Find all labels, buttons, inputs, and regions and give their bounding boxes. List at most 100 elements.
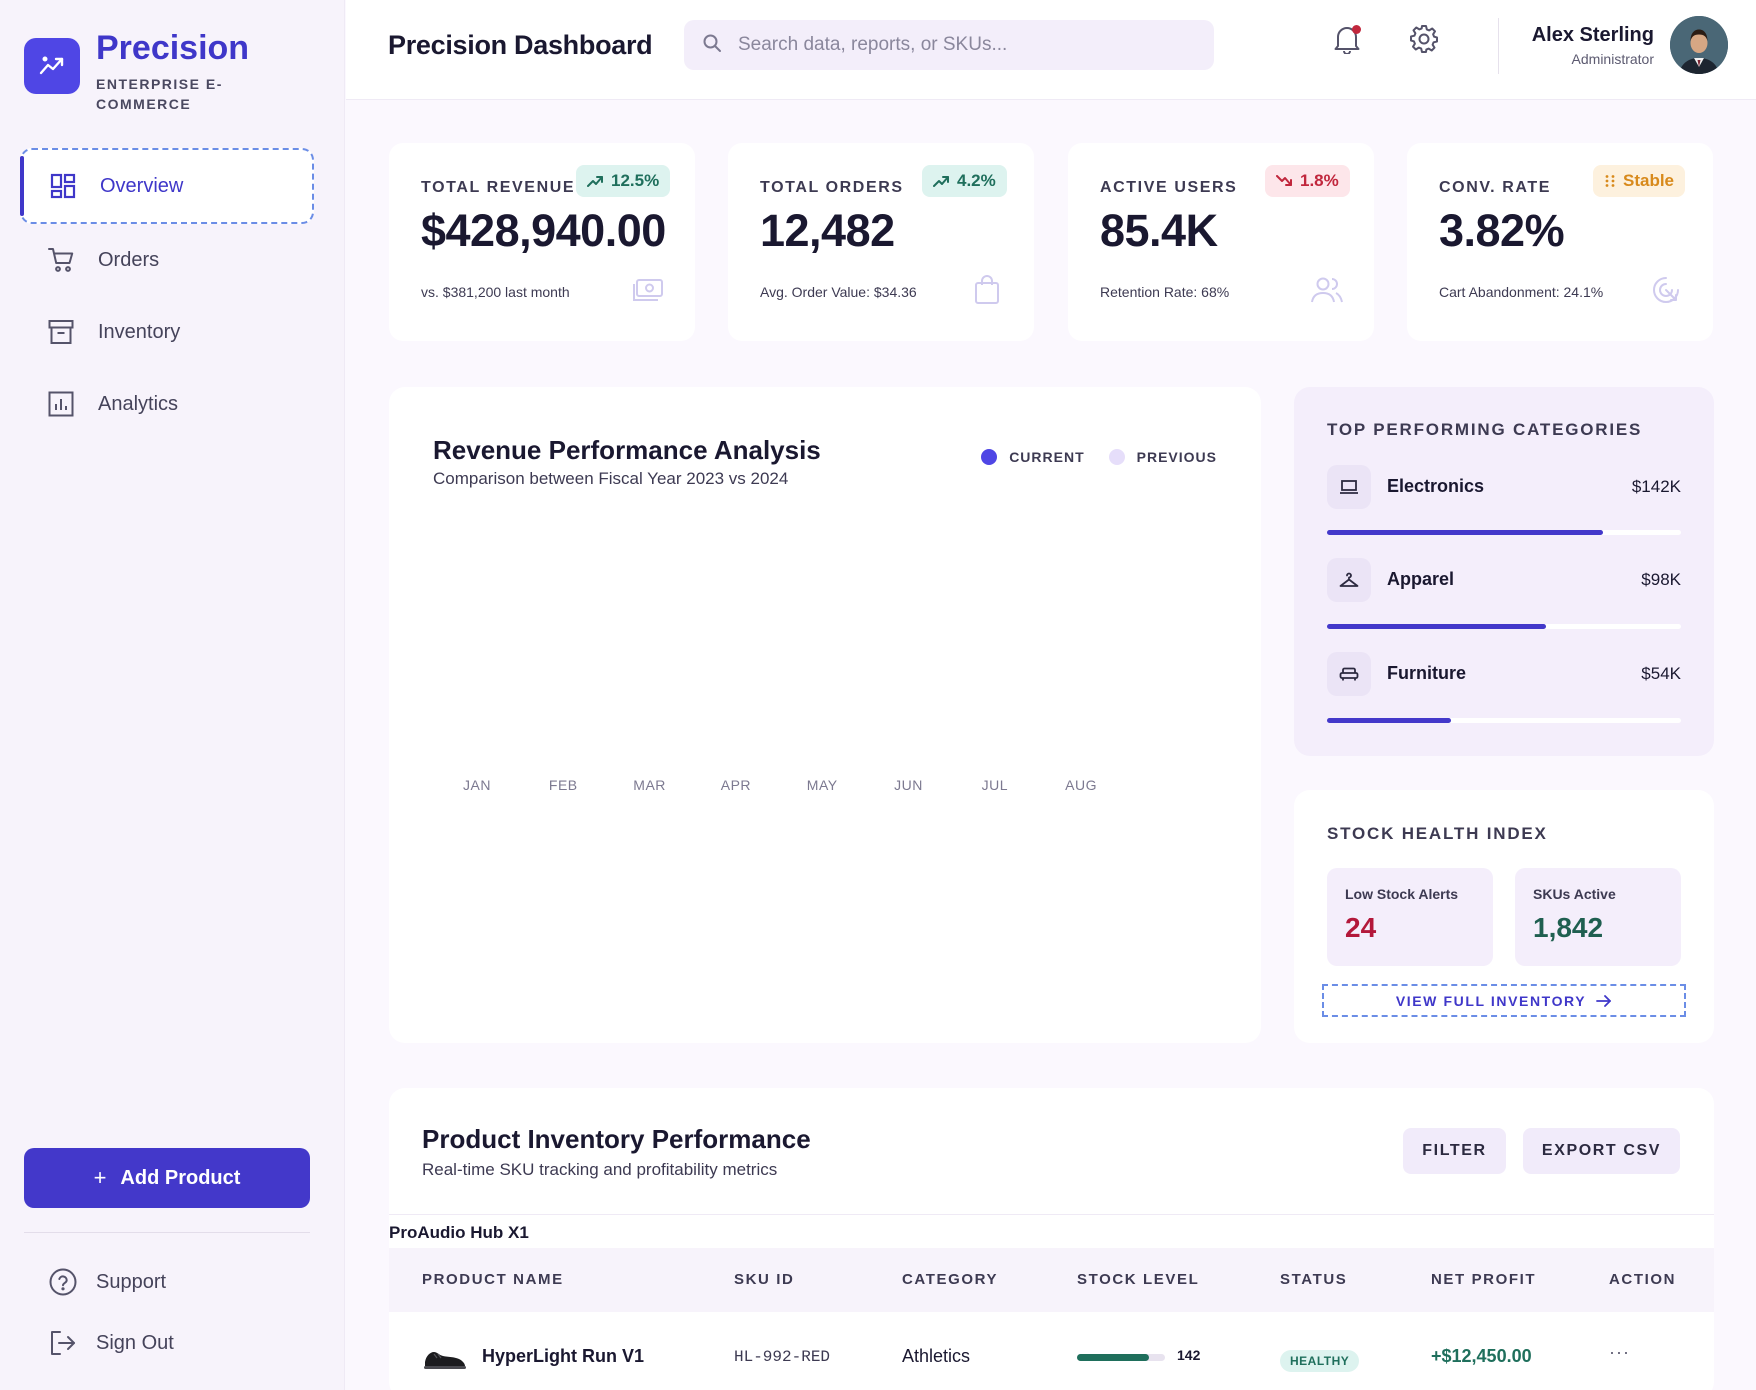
column-header[interactable]: STOCK LEVEL [1077,1271,1199,1288]
trend-badge: Stable [1593,165,1686,197]
laptop-icon [1327,465,1371,509]
notification-dot [1352,25,1361,34]
column-header[interactable]: NET PROFIT [1431,1271,1536,1288]
sign-out-link[interactable]: Sign Out [48,1328,174,1358]
logout-icon [48,1328,78,1358]
bag-icon [970,273,1004,307]
nav-item-overview[interactable]: Overview [20,148,314,224]
column-header[interactable]: ACTION [1609,1271,1676,1288]
column-header[interactable]: CATEGORY [902,1271,998,1288]
nav-label: Orders [98,248,160,271]
nav-item-orders[interactable]: Orders [20,224,314,296]
top-header: Precision Dashboard Alex Sterling Admini… [346,0,1756,100]
page-title: Precision Dashboard [388,30,653,60]
kpi-label: ACTIVE USERS [1100,179,1238,196]
low-stock-value: 24 [1345,912,1377,943]
product-name[interactable]: HyperLight Run V1 [482,1346,644,1367]
x-tick-label: MAR [633,777,666,793]
sku-id: HL-992-RED [734,1348,831,1366]
skus-active-value: 1,842 [1533,912,1604,943]
nav-item-analytics[interactable]: Analytics [20,368,314,440]
add-product-label: Add Product [120,1166,241,1189]
gear-icon [1409,24,1439,59]
search-bar[interactable] [684,20,1214,70]
x-tick-label: JUN [894,777,923,793]
category-row-electronics[interactable]: Electronics $142K [1327,465,1681,509]
category-value: $98K [1641,570,1681,589]
column-header[interactable]: PRODUCT NAME [422,1271,564,1288]
notifications-button[interactable] [1330,24,1364,58]
stock-level-bar [1077,1354,1165,1361]
x-tick-label: MAY [807,777,838,793]
trend-down-icon [1276,175,1292,186]
trend-value: 4.2% [957,171,996,190]
trend-badge: 1.8% [1265,165,1350,197]
header-separator [1498,18,1499,74]
search-input[interactable] [738,34,1198,56]
settings-button[interactable] [1407,24,1441,58]
category-row-apparel[interactable]: Apparel $98K [1327,558,1681,602]
kpi-card-users: ACTIVE USERS 1.8% 85.4K Retention Rate: … [1068,143,1374,341]
hanger-icon [1327,558,1371,602]
money-icon [631,273,665,307]
low-stock-label: Low Stock Alerts [1345,886,1459,902]
category-value: $54K [1641,664,1681,683]
sidebar-divider [24,1232,310,1233]
stray-product-label: ProAudio Hub X1 [389,1223,529,1242]
category-row-furniture[interactable]: Furniture $54K [1327,652,1681,696]
skus-active-label: SKUs Active [1533,886,1616,902]
category-progress-fill [1327,624,1547,629]
categories-title: TOP PERFORMING CATEGORIES [1327,420,1643,439]
category-name: Furniture [1387,663,1466,683]
status-badge: HEALTHY [1280,1350,1360,1372]
category-name: Electronics [1387,476,1485,496]
kpi-footnote: Cart Abandonment: 24.1% [1439,284,1604,300]
category-value: $142K [1631,477,1681,496]
more-actions-button[interactable]: ··· [1609,1342,1630,1363]
arrow-right-icon [1596,994,1612,1007]
kpi-label: CONV. RATE [1439,179,1552,196]
kpi-card-orders: TOTAL ORDERS 4.2% 12,482 Avg. Order Valu… [728,143,1034,341]
add-product-button[interactable]: + Add Product [24,1148,310,1208]
category-progress [1327,624,1681,629]
nav-item-inventory[interactable]: Inventory [20,296,314,368]
kpi-card-conversion: CONV. RATE Stable 3.82% Cart Abandonment… [1407,143,1713,341]
x-tick-label: APR [721,777,751,793]
kpi-footnote: vs. $381,200 last month [421,284,570,300]
category-progress [1327,718,1681,723]
table-row[interactable]: HyperLight Run V1 HL-992-RED Athletics 1… [389,1312,1714,1390]
search-icon [702,33,722,58]
category-progress-fill [1327,530,1604,535]
kpi-card-revenue: TOTAL REVENUE 12.5% $428,940.00 vs. $381… [389,143,695,341]
skus-active-box[interactable]: SKUs Active 1,842 [1515,868,1681,966]
view-full-inventory-button[interactable]: VIEW FULL INVENTORY [1322,984,1686,1017]
trend-value: Stable [1623,171,1675,190]
category-progress [1327,530,1681,535]
brand-logo-icon [24,38,80,94]
sidebar: Precision ENTERPRISE E-COMMERCE Overview… [0,0,345,1390]
trend-badge: 12.5% [576,165,671,197]
stock-level-value: 142 [1177,1347,1201,1363]
kpi-value: 3.82% [1439,205,1565,256]
column-header[interactable]: STATUS [1280,1271,1347,1288]
inventory-divider [389,1214,1714,1215]
cart-icon [46,245,76,275]
trend-up-icon [587,176,603,187]
table-header: PRODUCT NAME SKU ID CATEGORY STOCK LEVEL… [389,1248,1714,1312]
kpi-value: 12,482 [760,205,895,256]
support-label: Support [96,1270,167,1293]
revenue-chart-plot: JAN FEB MAR APR MAY JUN JUL AUG [463,777,1096,793]
filter-button[interactable]: FILTER [1403,1128,1506,1174]
column-header[interactable]: SKU ID [734,1271,794,1288]
brand[interactable]: Precision ENTERPRISE E-COMMERCE [24,28,249,114]
support-link[interactable]: Support [48,1267,166,1297]
archive-icon [46,317,76,347]
x-tick-label: JUL [982,777,1008,793]
inventory-subtitle: Real-time SKU tracking and profitability… [422,1160,778,1179]
revenue-chart-card: Revenue Performance Analysis Comparison … [389,387,1261,1043]
nav-label: Inventory [98,320,181,343]
avatar[interactable] [1670,16,1728,74]
export-csv-button[interactable]: EXPORT CSV [1523,1128,1680,1174]
kpi-label: TOTAL ORDERS [760,179,904,196]
low-stock-box[interactable]: Low Stock Alerts 24 [1327,868,1493,966]
